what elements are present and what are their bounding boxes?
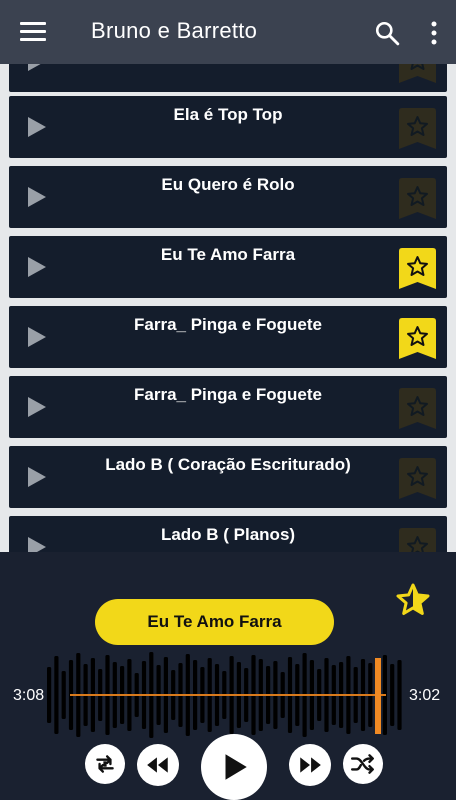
play-icon[interactable]	[28, 327, 46, 347]
song-title: Eu Te Amo Farra	[160, 245, 296, 264]
star-bookmark-icon[interactable]	[399, 108, 436, 149]
more-vertical-icon[interactable]	[425, 19, 443, 47]
song-row[interactable]: Eu Te Amo Farra	[9, 236, 447, 298]
play-icon[interactable]	[28, 257, 46, 277]
song-row[interactable]: Farra_ Pinga e Foguete	[9, 376, 447, 438]
star-bookmark-icon[interactable]	[399, 64, 436, 83]
star-bookmark-icon[interactable]	[399, 318, 436, 359]
player-panel: Eu Te Amo Farra 3:08 3:02	[0, 552, 456, 800]
elapsed-time: 3:08	[13, 687, 45, 704]
waveform-bar	[54, 656, 59, 734]
song-row[interactable]: Eu Quero é Rolo	[9, 166, 447, 228]
fast-forward-icon	[300, 757, 321, 773]
song-list[interactable]: Ela é Top Top Eu Quero é Rolo Eu Te Amo Fa…	[0, 64, 456, 552]
remaining-time: 3:02	[409, 687, 441, 704]
song-row[interactable]: Lado B ( Planos)	[9, 516, 447, 552]
shuffle-button[interactable]	[343, 744, 383, 784]
song-row[interactable]	[9, 64, 447, 92]
next-button[interactable]	[289, 744, 331, 786]
song-title: Lado B ( Planos)	[160, 525, 296, 544]
star-bookmark-icon[interactable]	[399, 248, 436, 289]
play-icon[interactable]	[28, 64, 46, 71]
song-row[interactable]: Ela é Top Top	[9, 96, 447, 158]
now-playing-title[interactable]: Eu Te Amo Farra	[95, 599, 334, 645]
song-row[interactable]: Lado B ( Coração Escriturado)	[9, 446, 447, 508]
repeat-one-icon	[96, 755, 114, 773]
rewind-icon	[147, 757, 168, 773]
menu-icon[interactable]	[20, 22, 48, 44]
page-title: Bruno e Barretto	[91, 18, 258, 43]
play-icon[interactable]	[28, 467, 46, 487]
song-title: Farra_ Pinga e Foguete	[134, 315, 322, 334]
star-bookmark-icon[interactable]	[399, 528, 436, 552]
song-title: Farra_ Pinga e Foguete	[134, 385, 322, 404]
waveform-bar	[390, 664, 395, 726]
play-icon	[225, 754, 247, 780]
song-row[interactable]: Farra_ Pinga e Foguete	[9, 306, 447, 368]
play-icon[interactable]	[28, 397, 46, 417]
progress-track	[70, 694, 386, 696]
star-bookmark-icon[interactable]	[399, 388, 436, 429]
previous-button[interactable]	[137, 744, 179, 786]
waveform-bar	[47, 667, 52, 723]
app-bar: Bruno e Barretto	[0, 0, 456, 64]
play-button[interactable]	[201, 734, 267, 800]
star-bookmark-icon[interactable]	[399, 178, 436, 219]
repeat-button[interactable]	[85, 744, 125, 784]
shuffle-icon	[350, 754, 374, 774]
play-icon[interactable]	[28, 187, 46, 207]
song-title: Ela é Top Top	[173, 105, 283, 124]
song-title: Lado B ( Coração Escriturado)	[105, 455, 351, 474]
progress-thumb[interactable]	[375, 658, 381, 734]
waveform-bar	[397, 660, 402, 730]
play-icon[interactable]	[28, 117, 46, 137]
star-bookmark-icon[interactable]	[399, 458, 436, 499]
favorite-star-icon[interactable]	[394, 582, 432, 618]
waveform-bar	[61, 671, 66, 719]
play-icon[interactable]	[28, 537, 46, 552]
song-title: Eu Quero é Rolo	[161, 175, 295, 194]
search-icon[interactable]	[374, 20, 400, 46]
